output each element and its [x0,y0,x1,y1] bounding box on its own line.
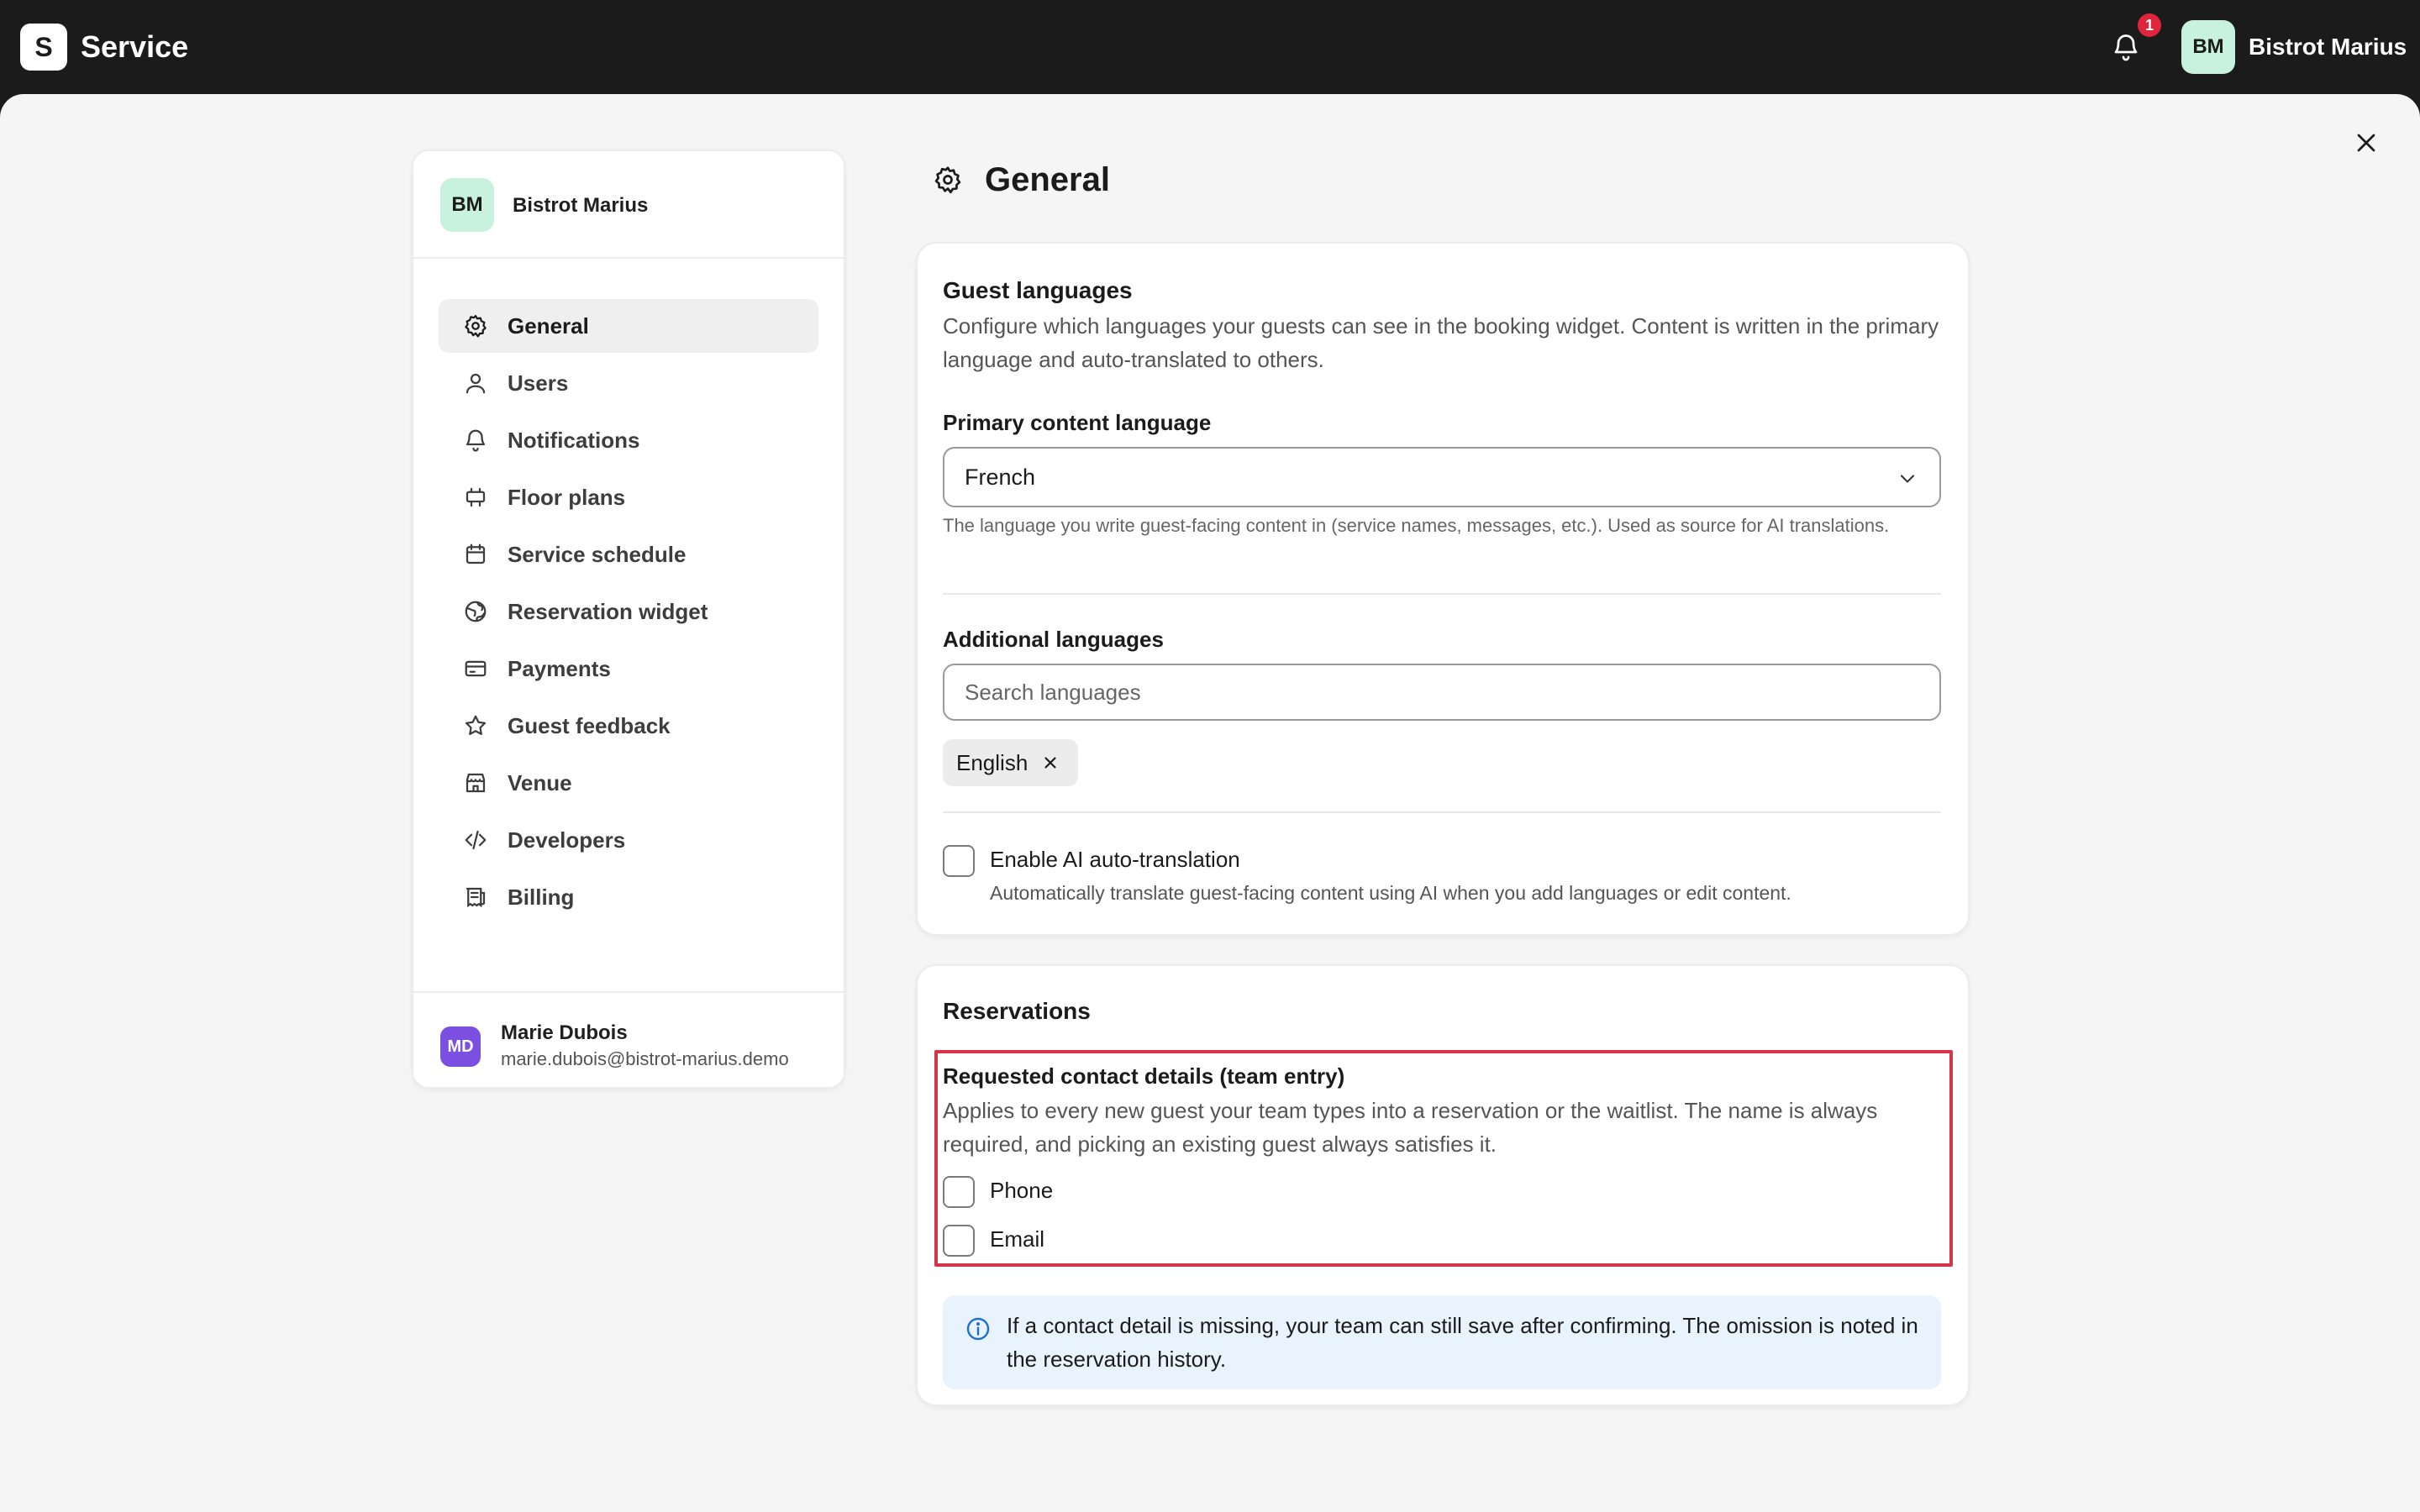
phone-checkbox[interactable] [943,1176,975,1208]
sidebar-item-label: Guest feedback [508,712,671,738]
auto-translation-checkbox[interactable] [943,845,975,877]
contact-details-label: Requested contact details (team entry) [943,1063,1345,1089]
primary-language-select[interactable]: French [943,447,1941,507]
user-email: marie.dubois@bistrot-marius.demo [501,1048,789,1069]
section-description: Configure which languages your guests ca… [943,313,1939,372]
auto-translation-label: Enable AI auto-translation [990,847,1240,872]
sidebar-item-label: Users [508,370,569,396]
sidebar-item-venue[interactable]: Venue [439,756,818,810]
sidebar-item-label: Billing [508,884,575,910]
phone-label: Phone [990,1178,1054,1203]
sidebar-item-label: Payments [508,655,611,681]
auto-translation-help: Automatically translate guest-facing con… [990,882,1791,904]
info-text: If a contact detail is missing, your tea… [1007,1313,1918,1372]
sidebar-item-label: Venue [508,769,572,795]
email-label: Email [990,1226,1045,1252]
sidebar-item-label: Service schedule [508,541,687,567]
email-checkbox[interactable] [943,1225,975,1257]
sidebar-item-label: General [508,312,589,339]
store-icon [462,769,489,796]
settings-sidebar: BM Bistrot Marius General Users Notifica… [412,150,845,1089]
select-value: French [965,464,1036,490]
app-title[interactable]: Service [81,29,188,66]
sidebar-item-label: Floor plans [508,484,626,510]
receipt-icon [462,884,489,911]
page-title: General [985,161,1110,198]
chip-label: English [956,749,1028,775]
sidebar-item-payments[interactable]: Payments [439,642,818,696]
sidebar-item-floor-plans[interactable]: Floor plans [439,470,818,524]
close-icon[interactable] [2351,128,2381,158]
primary-language-label: Primary content language [943,410,1212,435]
sidebar-footer[interactable]: MD Marie Dubois marie.dubois@bistrot-mar… [413,991,844,1087]
calendar-icon [462,541,489,568]
credit-card-icon [462,655,489,682]
bell-icon[interactable] [2111,32,2141,62]
remove-icon[interactable] [1041,753,1060,772]
globe-icon [462,598,489,625]
settings-nav: General Users Notifications Floor plans … [439,299,818,927]
sidebar-item-developers[interactable]: Developers [439,813,818,867]
primary-language-helper: The language you write guest-facing cont… [943,515,1890,536]
app-logo[interactable]: S [20,24,67,71]
user-name: Marie Dubois [501,1021,628,1044]
sidebar-item-label: Developers [508,827,626,853]
guest-languages-card: Guest languages Configure which language… [916,242,1970,936]
floor-plan-icon [462,484,489,511]
bell-icon [462,427,489,454]
section-title: Guest languages [943,277,1133,303]
sidebar-item-service-schedule[interactable]: Service schedule [439,528,818,581]
sidebar-item-general[interactable]: General [439,299,818,353]
sidebar-header: BM Bistrot Marius [413,151,844,259]
account-name[interactable]: Bistrot Marius [2249,32,2407,62]
info-icon [966,1317,990,1341]
sidebar-item-label: Notifications [508,427,640,453]
info-callout: If a contact detail is missing, your tea… [943,1295,1941,1389]
settings-sheet: BM Bistrot Marius General Users Notifica… [0,94,2420,1512]
top-bar: S Service 1 BM Bistrot Marius [0,0,2420,94]
language-search-input[interactable] [943,664,1941,721]
divider [943,811,1941,813]
sidebar-item-notifications[interactable]: Notifications [439,413,818,467]
sidebar-item-guest-feedback[interactable]: Guest feedback [439,699,818,753]
org-name: Bistrot Marius [513,194,649,217]
user-avatar: MD [440,1026,481,1067]
star-icon [462,712,489,739]
org-avatar: BM [440,178,494,232]
avatar[interactable]: BM [2181,20,2235,74]
additional-languages-label: Additional languages [943,627,1164,652]
language-chip: English [943,739,1079,786]
divider [943,593,1941,595]
contact-details-description: Applies to every new guest your team typ… [943,1098,1878,1157]
notification-badge: 1 [2138,13,2161,37]
chevron-down-icon [1900,475,1915,483]
code-icon [462,827,489,853]
gear-icon [933,165,963,195]
user-icon [462,370,489,396]
gear-icon [462,312,489,339]
reservations-card: Reservations Requested contact details (… [916,964,1970,1406]
sidebar-item-reservation-widget[interactable]: Reservation widget [439,585,818,638]
sidebar-item-label: Reservation widget [508,598,708,624]
sidebar-item-billing[interactable]: Billing [439,870,818,924]
section-title: Reservations [943,998,1091,1024]
sidebar-item-users[interactable]: Users [439,356,818,410]
